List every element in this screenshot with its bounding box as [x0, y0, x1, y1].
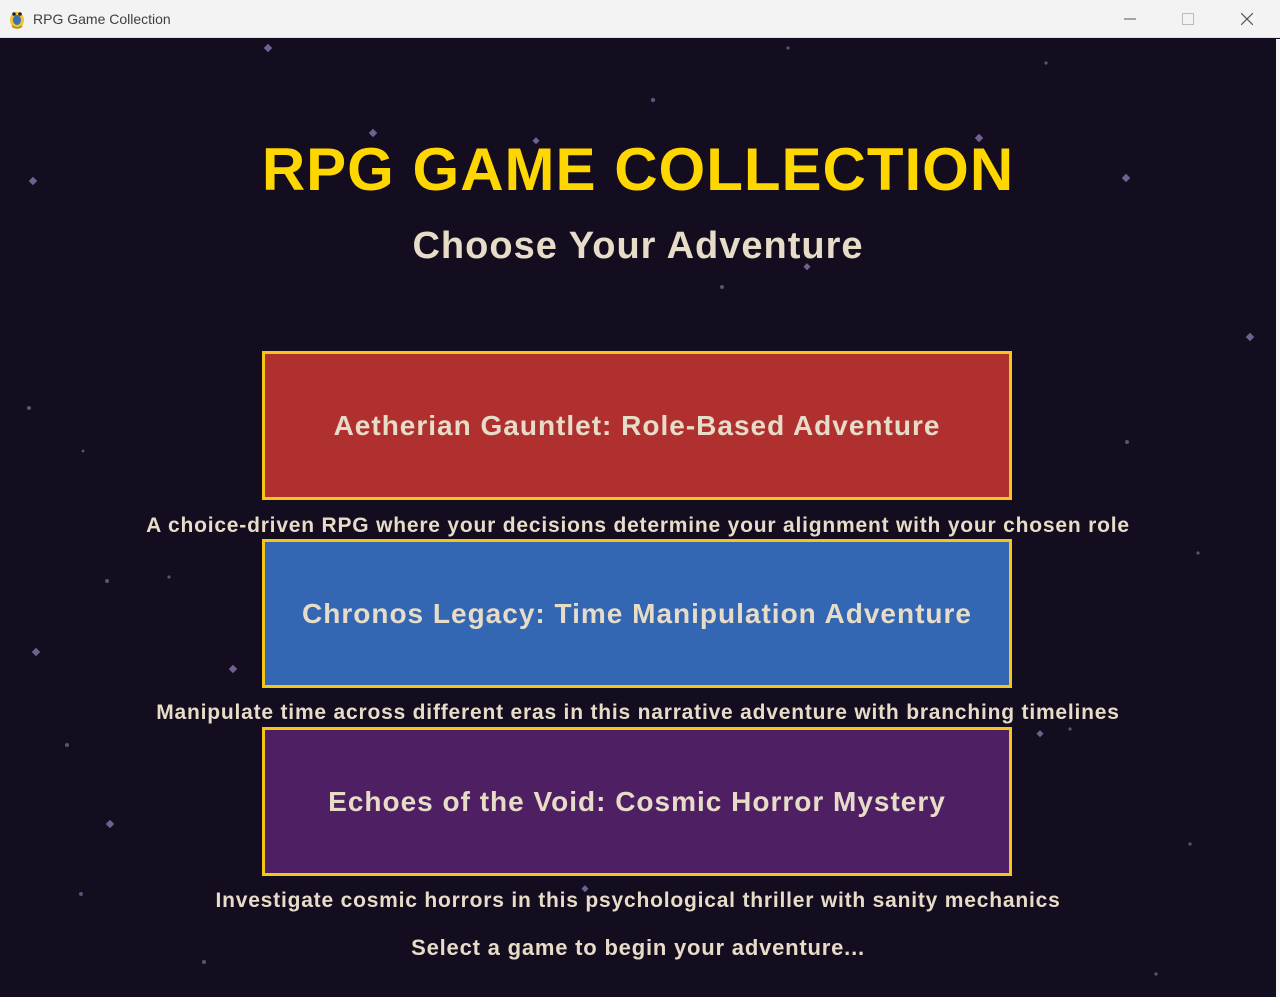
game-button-echoes-of-the-void[interactable]: Echoes of the Void: Cosmic Horror Myster… — [262, 727, 1012, 876]
game-description: Investigate cosmic horrors in this psych… — [215, 889, 1061, 912]
game-description: A choice-driven RPG where your decisions… — [146, 514, 1130, 537]
close-icon — [1241, 13, 1253, 25]
maximize-icon — [1182, 13, 1194, 25]
star-dot-icon — [1154, 972, 1158, 976]
window-right-edge — [1276, 39, 1280, 997]
star-dot-icon — [1044, 61, 1048, 65]
star-dot-icon — [228, 664, 238, 674]
star-dot-icon — [1188, 842, 1192, 846]
star-dot-icon — [1036, 730, 1044, 738]
star-dot-icon — [31, 647, 41, 657]
window-title: RPG Game Collection — [33, 11, 171, 27]
game-description: Manipulate time across different eras in… — [156, 701, 1120, 724]
close-button[interactable] — [1218, 0, 1276, 38]
title-bar[interactable]: RPG Game Collection — [0, 0, 1280, 38]
minimize-icon — [1124, 18, 1136, 20]
game-button-chronos-legacy[interactable]: Chronos Legacy: Time Manipulation Advent… — [262, 539, 1012, 688]
app-icon — [10, 12, 24, 29]
game-button-label: Echoes of the Void: Cosmic Horror Myster… — [328, 785, 946, 817]
page-subtitle: Choose Your Adventure — [412, 225, 864, 267]
select-prompt: Select a game to begin your adventure... — [411, 935, 865, 960]
game-canvas[interactable]: RPG GAME COLLECTION Choose Your Adventur… — [0, 39, 1276, 997]
maximize-button[interactable] — [1159, 0, 1217, 38]
minimize-button[interactable] — [1101, 0, 1159, 38]
star-dot-icon — [1196, 551, 1200, 555]
star-dot-icon — [105, 819, 115, 829]
star-dot-icon — [1245, 332, 1255, 342]
game-button-aetherian-gauntlet[interactable]: Aetherian Gauntlet: Role-Based Adventure — [262, 351, 1012, 500]
app-window: RPG Game Collection RPG GAME COLLECTION … — [0, 0, 1280, 997]
star-dot-icon — [27, 406, 31, 410]
star-dot-icon — [786, 46, 790, 50]
star-dot-icon — [263, 43, 273, 53]
star-dot-icon — [1125, 440, 1129, 444]
star-dot-icon — [81, 449, 85, 453]
game-button-label: Aetherian Gauntlet: Role-Based Adventure — [333, 409, 941, 441]
star-dot-icon — [1068, 727, 1072, 731]
star-dot-icon — [167, 575, 171, 579]
page-title: RPG GAME COLLECTION — [261, 136, 1015, 203]
star-dot-icon — [650, 97, 656, 103]
game-button-label: Chronos Legacy: Time Manipulation Advent… — [302, 597, 972, 629]
star-dot-icon — [720, 285, 724, 289]
star-dot-icon — [105, 579, 109, 583]
star-dot-icon — [65, 743, 69, 747]
